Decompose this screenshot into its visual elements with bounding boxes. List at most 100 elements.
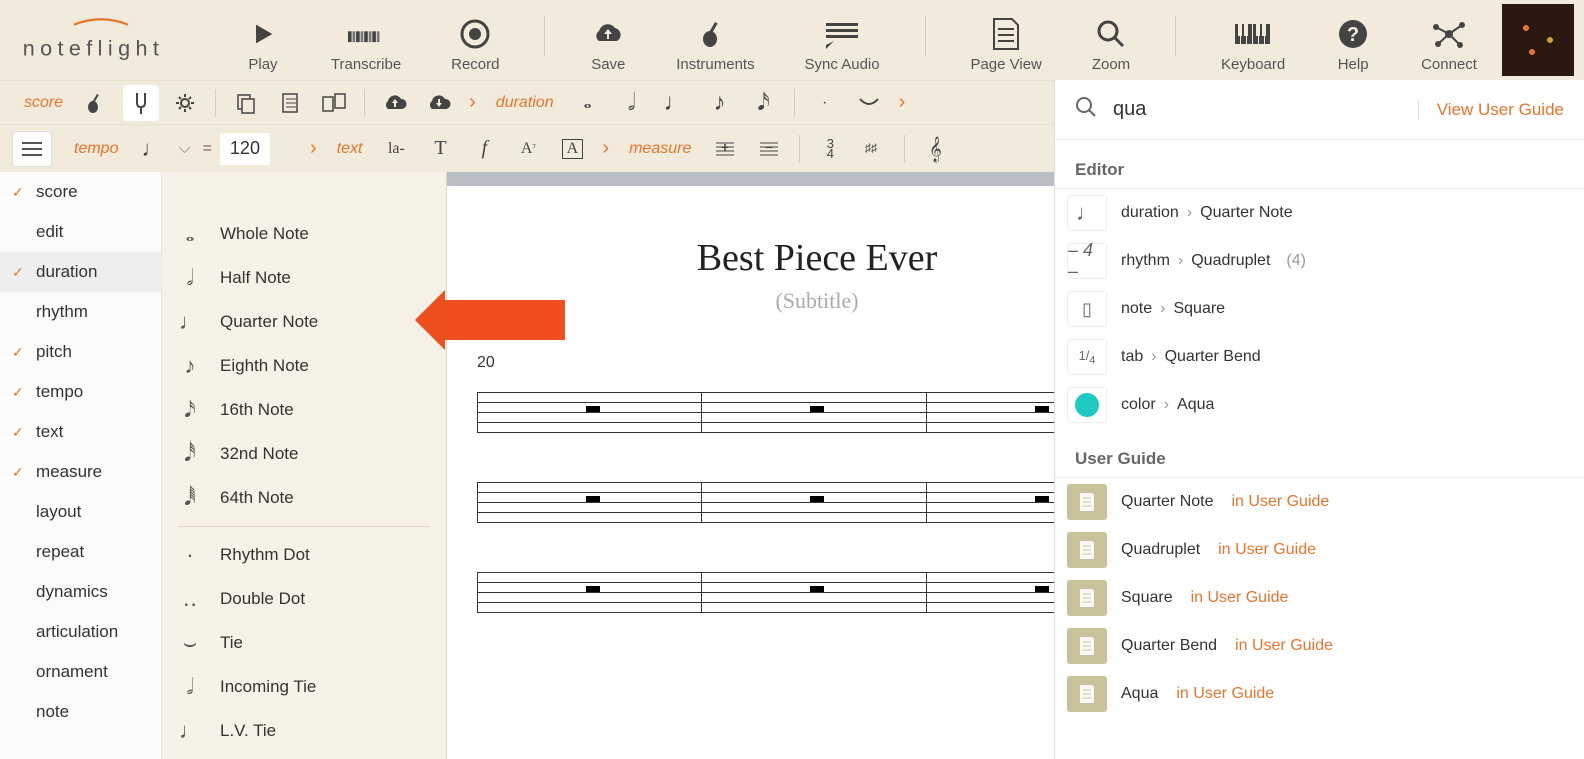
sidebar-item-label: ornament (36, 662, 108, 682)
sidebar-item-rhythm[interactable]: rhythm (0, 292, 161, 332)
result-count: (4) (1286, 252, 1306, 270)
chevron-right-icon[interactable]: › (899, 91, 906, 114)
chevron-right-icon[interactable]: › (310, 137, 317, 160)
copy-icon[interactable] (228, 85, 264, 121)
result-category: note (1121, 300, 1152, 318)
duration-item-whole-note[interactable]: 𝅝Whole Note (162, 212, 446, 256)
guitar-tab-icon[interactable] (79, 85, 115, 121)
chevron-right-icon[interactable]: › (469, 91, 476, 114)
add-measure-icon[interactable]: + (707, 131, 743, 167)
sidebar-item-repeat[interactable]: repeat (0, 532, 161, 572)
duration-item-rhythm-dot[interactable]: ·Rhythm Dot (162, 533, 446, 577)
rehearsal-mark-icon[interactable]: A⁷ (510, 131, 546, 167)
clef-icon[interactable]: 𝄞 (917, 131, 953, 167)
guide-result-aqua[interactable]: Aquain User Guide (1055, 670, 1584, 718)
boxed-text-icon[interactable]: A (554, 131, 590, 167)
sidebar-item-note[interactable]: note (0, 692, 161, 732)
sidebar-item-dynamics[interactable]: dynamics (0, 572, 161, 612)
search-result-quarter-note[interactable]: ♩duration›Quarter Note (1055, 189, 1584, 237)
text-tool-icon[interactable]: T (422, 131, 458, 167)
duration-item-64th-note[interactable]: 𝅘𝅥𝅱64th Note (162, 476, 446, 520)
sync-audio-button[interactable]: Sync Audio (790, 16, 895, 73)
sync-icon (824, 16, 860, 52)
eighth-note-icon[interactable]: ♪ (702, 85, 738, 121)
duration-item-quarter-note[interactable]: ♩Quarter Note (162, 300, 446, 344)
page-view-button[interactable]: Page View (955, 16, 1056, 73)
view-user-guide-link[interactable]: View User Guide (1418, 100, 1564, 120)
logo[interactable]: noteflight (10, 15, 220, 65)
cloud-upload-icon[interactable] (377, 85, 413, 121)
time-sig-icon[interactable]: 34 (812, 131, 848, 167)
half-note-icon[interactable]: 𝅗𝅥 (614, 85, 650, 121)
sidebar-item-pitch[interactable]: ✓pitch (0, 332, 161, 372)
chevron-right-icon: › (1178, 252, 1183, 270)
tie-icon[interactable] (851, 85, 887, 121)
duration-item-16th-note[interactable]: 𝅘𝅥𝅯16th Note (162, 388, 446, 432)
zoom-button[interactable]: Zoom (1077, 16, 1145, 73)
duration-item-eighth-note[interactable]: ♪Eighth Note (162, 344, 446, 388)
play-button[interactable]: Play (230, 16, 296, 73)
pages-icon[interactable] (316, 85, 352, 121)
sidebar-item-score[interactable]: ✓score (0, 172, 161, 212)
chevron-right-icon[interactable]: › (602, 137, 609, 160)
sidebar-item-articulation[interactable]: articulation (0, 612, 161, 652)
connect-button[interactable]: Connect (1406, 16, 1492, 73)
search-result-aqua[interactable]: color›Aqua (1055, 381, 1584, 429)
duration-item-32nd-note[interactable]: 𝅘𝅥𝅰32nd Note (162, 432, 446, 476)
lyrics-icon[interactable]: la- (378, 131, 414, 167)
sidebar-item-text[interactable]: ✓text (0, 412, 161, 452)
hamburger-menu[interactable] (12, 131, 52, 167)
sidebar-item-measure[interactable]: ✓measure (0, 452, 161, 492)
search-result-quarter-bend[interactable]: 1/4tab›Quarter Bend (1055, 333, 1584, 381)
page-icon[interactable] (272, 85, 308, 121)
gear-icon[interactable] (167, 85, 203, 121)
guide-result-square[interactable]: Squarein User Guide (1055, 574, 1584, 622)
dynamic-icon[interactable]: f (466, 131, 502, 167)
keyboard-button[interactable]: Keyboard (1206, 16, 1300, 73)
sidebar-item-edit[interactable]: edit (0, 212, 161, 252)
sidebar-item-ornament[interactable]: ornament (0, 652, 161, 692)
search-result-quadruplet[interactable]: – 4 –rhythm›Quadruplet(4) (1055, 237, 1584, 285)
page-icon (988, 16, 1024, 52)
sidebar-item-label: dynamics (36, 582, 108, 602)
duration-item-double-dot[interactable]: ‥Double Dot (162, 577, 446, 621)
record-button[interactable]: Record (436, 16, 514, 73)
left-sidebar: ✓scoreedit✓durationrhythm✓pitch✓tempo✓te… (0, 172, 162, 759)
sixteenth-note-icon[interactable]: 𝅘𝅥𝅯 (746, 85, 782, 121)
sidebar-item-layout[interactable]: layout (0, 492, 161, 532)
chevron-right-icon: › (1164, 396, 1169, 414)
help-button[interactable]: ? Help (1320, 16, 1386, 73)
chevron-right-icon: › (1151, 348, 1156, 366)
result-value: Quadruplet (1121, 541, 1200, 559)
tempo-note-icon[interactable]: ♩ (134, 131, 170, 167)
keyboard-icon (1235, 16, 1271, 52)
transcribe-button[interactable]: Transcribe (316, 16, 416, 73)
sidebar-item-duration[interactable]: ✓duration (0, 252, 161, 292)
whole-note-icon[interactable]: 𝅝 (570, 85, 606, 121)
rhythm-dot-icon[interactable]: · (807, 85, 843, 121)
result-value: Quadruplet (1191, 252, 1270, 270)
tuning-fork-icon[interactable] (123, 85, 159, 121)
book-icon (1067, 676, 1107, 712)
guide-result-quarter-bend[interactable]: Quarter Bendin User Guide (1055, 622, 1584, 670)
dropdown-caret-icon[interactable]: ⌵ (178, 140, 190, 158)
duration-item-tie[interactable]: ⌣Tie (162, 621, 446, 665)
guide-result-quarter-note[interactable]: Quarter Notein User Guide (1055, 478, 1584, 526)
instruments-button[interactable]: Instruments (661, 16, 769, 73)
duration-item-l.v.-tie[interactable]: ♩L.V. Tie (162, 709, 446, 753)
book-icon (1067, 532, 1107, 568)
square-notehead-icon: ▯ (1082, 299, 1092, 320)
duration-item-incoming-tie[interactable]: 𝅗𝅥Incoming Tie (162, 665, 446, 709)
guide-result-quadruplet[interactable]: Quadrupletin User Guide (1055, 526, 1584, 574)
remove-measure-icon[interactable]: − (751, 131, 787, 167)
user-avatar[interactable] (1502, 4, 1574, 76)
search-result-square[interactable]: ▯note›Square (1055, 285, 1584, 333)
duration-item-half-note[interactable]: 𝅗𝅥Half Note (162, 256, 446, 300)
search-input[interactable] (1113, 98, 1418, 121)
save-button[interactable]: Save (575, 16, 641, 73)
cloud-download-icon[interactable] (421, 85, 457, 121)
quarter-note-icon[interactable]: ♩ (658, 85, 694, 121)
tempo-input[interactable] (220, 133, 270, 165)
key-sig-icon[interactable]: ♯♯ (856, 131, 892, 167)
sidebar-item-tempo[interactable]: ✓tempo (0, 372, 161, 412)
